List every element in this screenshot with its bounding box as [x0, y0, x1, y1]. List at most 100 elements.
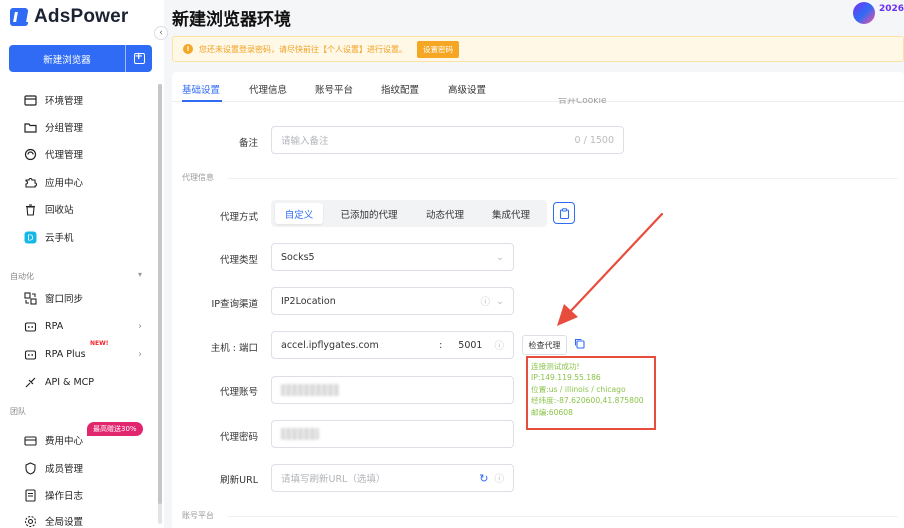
refresh-url-input[interactable]: 请填写刷新URL（选填） ↻ ⓘ [271, 464, 514, 492]
form-panel: 基础设置 代理信息 账号平台 指纹配置 高级设置 合并Cookie 备注 请输入… [172, 72, 904, 528]
sidebar-item-label: 全局设置 [45, 517, 84, 528]
tab-fingerprint[interactable]: 指纹配置 [381, 82, 419, 96]
sidebar-scrollbar[interactable] [158, 84, 162, 524]
sidebar-item-environment[interactable]: 环境管理 [24, 92, 83, 108]
remark-counter: 0 / 1500 [574, 134, 614, 146]
promo-year: 2026 [878, 4, 904, 14]
sidebar-item-billing[interactable]: 费用中心 [24, 432, 83, 448]
api-icon [24, 376, 37, 389]
proxy-mode-integrated[interactable]: 集成代理 [479, 203, 543, 224]
result-postcode: 邮编:60608 [531, 407, 573, 417]
redacted-account-value [281, 384, 339, 396]
sidebar-item-logs[interactable]: 操作日志 [24, 487, 83, 503]
proxy-type-value: Socks5 [281, 251, 315, 263]
set-password-button[interactable]: 设置密码 [417, 40, 459, 58]
merge-cookie-option[interactable]: 合并Cookie [558, 98, 607, 104]
refresh-url-label: 刷新URL [220, 475, 258, 486]
chevron-down-icon: ⌄ [496, 251, 504, 263]
team-section-label: 团队 [10, 407, 26, 416]
new-browser-button[interactable]: 新建浏览器 [9, 45, 152, 72]
sidebar-scrollbar-thumb[interactable] [158, 84, 162, 504]
refresh-icon[interactable]: ↻ [479, 472, 488, 485]
trash-icon [24, 203, 37, 216]
section-divider [228, 178, 898, 179]
info-icon[interactable]: ⓘ [494, 471, 504, 485]
proxy-icon [24, 148, 37, 161]
sidebar-item-label: 成员管理 [45, 464, 84, 475]
sidebar-item-groups[interactable]: 分组管理 [24, 119, 83, 135]
window-icon [24, 94, 37, 107]
proxy-account-input[interactable] [271, 376, 514, 404]
sidebar-item-recycle-bin[interactable]: 回收站 [24, 201, 74, 217]
new-browser-label: 新建浏览器 [43, 54, 91, 66]
robot-icon [24, 348, 37, 361]
info-icon[interactable]: ⓘ [494, 338, 504, 352]
promo-2026-banner[interactable]: 2026 [852, 2, 904, 24]
sidebar-item-rpa-plus[interactable]: RPA Plus NEW! › [24, 340, 142, 362]
sidebar-item-window-sync[interactable]: 窗口同步 [24, 290, 83, 306]
shield-icon [24, 461, 37, 475]
app-name: AdsPower [34, 6, 129, 27]
tab-account-platform[interactable]: 账号平台 [315, 82, 353, 96]
proxy-mode-label: 代理方式 [219, 212, 258, 223]
proxy-section-label: 代理信息 [182, 173, 214, 182]
sidebar-item-cloud-phone[interactable]: D 云手机 [24, 229, 74, 245]
log-icon [24, 488, 37, 502]
sidebar-item-global-settings[interactable]: 全局设置 [24, 513, 83, 528]
sidebar-item-members[interactable]: 成员管理 [24, 460, 83, 476]
info-icon[interactable]: ⓘ [481, 294, 491, 308]
folder-icon [24, 121, 37, 134]
sidebar-item-label: RPA [45, 320, 64, 332]
tab-basic[interactable]: 基础设置 [182, 82, 220, 96]
proxy-password-input[interactable] [271, 420, 514, 448]
collapse-sidebar-button[interactable]: ‹ [154, 26, 168, 40]
quick-add-button[interactable] [126, 51, 152, 64]
sidebar-item-label: 费用中心 [45, 436, 84, 447]
result-status: 连接测试成功! [531, 362, 580, 371]
proxy-mode-dynamic[interactable]: 动态代理 [413, 203, 477, 224]
promo-badge: 最高赠送30% [87, 422, 143, 436]
sidebar-item-label: 应用中心 [45, 178, 84, 189]
check-proxy-button[interactable]: 检查代理 [522, 335, 567, 355]
host-port-separator: : [439, 339, 443, 351]
tab-bar: 基础设置 代理信息 账号平台 指纹配置 高级设置 [172, 72, 904, 102]
proxy-type-select[interactable]: Socks5 ⌄ [271, 243, 514, 271]
copy-icon[interactable] [574, 338, 585, 352]
result-coordinates: 经纬度:-87.620600,41.875800 [531, 396, 644, 406]
chevron-left-icon: ‹ [159, 28, 163, 38]
sidebar-item-api-mcp[interactable]: API & MCP [24, 374, 94, 390]
proxy-test-result: 连接测试成功! IP:149.119.55.186 位置:us / illino… [526, 356, 656, 430]
ip-channel-icons: ⓘ ⌄ [481, 294, 504, 309]
sidebar-item-proxy[interactable]: 代理管理 [24, 146, 83, 162]
window-sync-icon [24, 291, 37, 305]
proxy-password-label: 代理密码 [219, 432, 258, 443]
warning-text: 您还未设置登录密码，请尽快前往【个人设置】进行设置。 [199, 44, 407, 54]
sidebar-item-rpa[interactable]: RPA › [24, 318, 142, 334]
password-warning-banner: ! 您还未设置登录密码，请尽快前往【个人设置】进行设置。 设置密码 [172, 36, 904, 62]
result-ip: IP:149.119.55.186 [531, 373, 601, 383]
host-port-input[interactable]: accel.ipflygates.com : 5001 ⓘ [271, 331, 514, 359]
ip-channel-value: IP2Location [281, 295, 336, 307]
chevron-right-icon: › [138, 348, 142, 360]
app-logo[interactable]: AdsPower [10, 6, 129, 28]
tab-proxy[interactable]: 代理信息 [249, 82, 287, 96]
refresh-url-icons: ↻ ⓘ [479, 471, 504, 486]
proxy-mode-saved[interactable]: 已添加的代理 [327, 203, 411, 224]
host-value: accel.ipflygates.com [281, 339, 379, 351]
active-tab-indicator [182, 100, 222, 102]
chevron-down-icon: ⌄ [496, 295, 504, 307]
gear-icon [24, 515, 37, 528]
sidebar-item-label: RPA Plus [45, 348, 86, 360]
tab-advanced[interactable]: 高级设置 [448, 82, 486, 96]
sidebar-item-app-center[interactable]: 应用中心 [24, 174, 83, 190]
proxy-type-label: 代理类型 [219, 255, 258, 266]
proxy-clipboard-button[interactable] [553, 202, 575, 224]
proxy-mode-custom[interactable]: 自定义 [275, 203, 323, 224]
remark-input[interactable]: 请输入备注 0 / 1500 [271, 126, 624, 154]
proxy-account-label: 代理账号 [219, 387, 258, 398]
ip-channel-select[interactable]: IP2Location ⓘ ⌄ [271, 287, 514, 315]
account-platform-section-label: 账号平台 [182, 511, 214, 520]
new-badge: NEW! [90, 340, 109, 347]
chevron-down-icon[interactable]: ▾ [138, 270, 142, 279]
sidebar: AdsPower ‹ 新建浏览器 环境管理 分组管理 代理管理 应用中心 [0, 0, 168, 528]
